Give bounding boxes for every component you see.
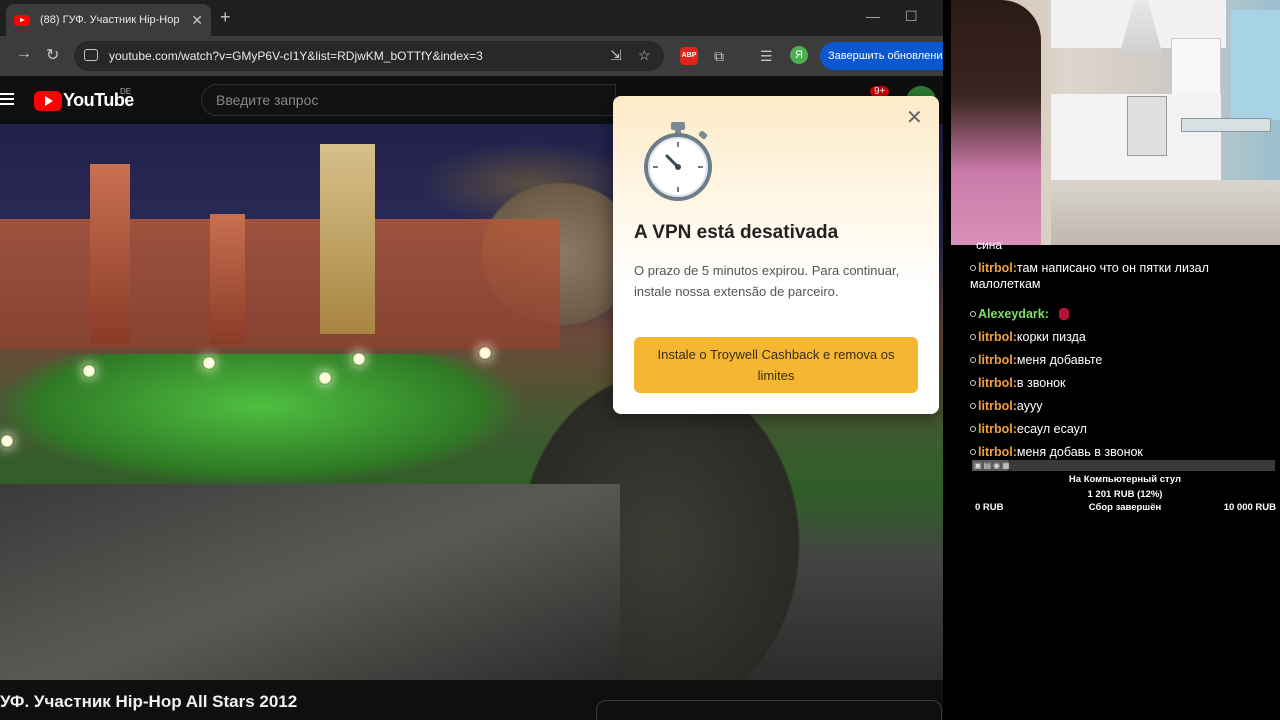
goal-title: На Компьютерный стул bbox=[1068, 474, 1182, 485]
chat-message: litrbol:там написано что он пятки лизал … bbox=[970, 260, 1260, 292]
chat-badge-icon bbox=[970, 357, 976, 363]
street-lamp bbox=[82, 364, 96, 378]
chat-badge-icon bbox=[970, 334, 976, 340]
chat-username[interactable]: litrbol bbox=[978, 330, 1013, 344]
chat-username[interactable]: Alexeydark bbox=[978, 307, 1045, 321]
adblock-extension-icon[interactable]: ABP bbox=[680, 47, 698, 65]
tab-close-icon[interactable]: ✕ bbox=[191, 12, 203, 29]
chat-message: litrbol:аууу bbox=[970, 398, 1260, 414]
pavement bbox=[0, 484, 620, 680]
goal-amount: 1 201 RUB (12%) bbox=[1087, 489, 1163, 500]
stove bbox=[1127, 96, 1167, 156]
chat-username[interactable]: litrbol bbox=[978, 376, 1013, 390]
chat-message: litrbol:меня добавьте bbox=[970, 352, 1260, 368]
kitchen-window bbox=[1231, 10, 1280, 120]
browser-toolbar: → ↻ youtube.com/watch?v=GMyP6V-cI1Y&list… bbox=[0, 36, 943, 76]
region-code: DE bbox=[120, 87, 132, 96]
chat-badge-icon bbox=[970, 265, 976, 271]
webcam-feed bbox=[951, 0, 1280, 245]
vpn-heading: A VPN está desativada bbox=[634, 222, 839, 243]
reading-list-icon[interactable]: ☰ bbox=[760, 48, 773, 65]
chat-message: litrbol:в звонок bbox=[970, 375, 1260, 391]
youtube-logo-icon[interactable] bbox=[34, 91, 62, 111]
floor bbox=[1051, 180, 1280, 245]
goal-progress-bar: ▣▤◉▦ bbox=[972, 460, 1275, 471]
chat-badge-icon bbox=[970, 311, 976, 317]
chat-username[interactable]: litrbol bbox=[978, 445, 1013, 459]
chat-text: корки пизда bbox=[1016, 330, 1086, 344]
install-app-icon[interactable]: ⇲ bbox=[610, 47, 622, 64]
chat-text: есаул есаул bbox=[1016, 422, 1087, 436]
maximize-button[interactable]: ☐ bbox=[905, 8, 918, 25]
update-browser-button[interactable]: Завершить обновление bbox=[820, 42, 943, 70]
chat-message: litrbol:есаул есаул bbox=[970, 421, 1260, 437]
stopwatch-icon bbox=[644, 122, 712, 201]
chat-badge-icon bbox=[970, 380, 976, 386]
table bbox=[1181, 118, 1271, 132]
side-panel bbox=[596, 700, 942, 720]
lawn bbox=[0, 354, 520, 484]
youtube-favicon-icon bbox=[14, 14, 30, 26]
kremlin-wall bbox=[0, 219, 560, 349]
forward-button[interactable]: → bbox=[16, 45, 32, 63]
url-text[interactable]: youtube.com/watch?v=GMyP6V-cI1Y&list=RDj… bbox=[109, 49, 483, 63]
browser-window: (88) ГУФ. Участник Hip-Hop All Stars 201… bbox=[0, 0, 943, 720]
chat-text: аууу bbox=[1016, 399, 1043, 413]
chat-username-colon: : bbox=[1044, 307, 1049, 321]
install-extension-button[interactable]: Instale o Troywell Cashback e remova os … bbox=[634, 337, 918, 393]
chat-emote-icon bbox=[1058, 308, 1069, 320]
street-lamp bbox=[0, 434, 14, 448]
chat-message: Alexeydark: bbox=[970, 306, 1260, 322]
street-lamp bbox=[318, 371, 332, 385]
extensions-puzzle-icon[interactable]: ⧉ bbox=[714, 48, 724, 65]
tab-youtube[interactable]: (88) ГУФ. Участник Hip-Hop All Stars 201… bbox=[6, 4, 211, 36]
chat-badge-icon bbox=[970, 426, 976, 432]
search-input[interactable] bbox=[202, 85, 615, 115]
minimize-button[interactable]: — bbox=[866, 8, 880, 24]
chat-badge-icon bbox=[970, 403, 976, 409]
menu-hamburger-icon[interactable] bbox=[0, 93, 14, 105]
chat-message: litrbol:корки пизда bbox=[970, 329, 1260, 345]
streamer bbox=[951, 0, 1041, 245]
tab-title: (88) ГУФ. Участник Hip-Hop All Stars 201… bbox=[40, 14, 180, 26]
tab-strip: (88) ГУФ. Участник Hip-Hop All Stars 201… bbox=[0, 0, 943, 36]
street-lamp bbox=[202, 356, 216, 370]
chat-username[interactable]: litrbol bbox=[978, 422, 1013, 436]
chat-message: litrbol:меня добавь в звонок bbox=[970, 444, 1260, 460]
chat-username[interactable]: litrbol bbox=[978, 353, 1013, 367]
chat-truncated-line: сина bbox=[976, 238, 1003, 252]
street-lamp bbox=[352, 352, 366, 366]
chat-username[interactable]: litrbol bbox=[978, 399, 1013, 413]
bookmark-star-icon[interactable]: ☆ bbox=[638, 47, 651, 64]
site-info-icon[interactable] bbox=[84, 49, 98, 61]
reload-button[interactable]: ↻ bbox=[46, 45, 59, 65]
kremlin-tower bbox=[210, 214, 245, 344]
chat-text: меня добавь в звонок bbox=[1016, 445, 1143, 459]
donation-goal-widget: ▣▤◉▦ На Компьютерный стул 1 201 RUB (12%… bbox=[972, 460, 1278, 520]
video-title: УФ. Участник Hip-Hop All Stars 2012 bbox=[0, 692, 298, 711]
street-lamp bbox=[478, 346, 492, 360]
kremlin-tower bbox=[320, 144, 375, 334]
address-bar[interactable]: youtube.com/watch?v=GMyP6V-cI1Y&list=RDj… bbox=[74, 41, 664, 71]
profile-avatar[interactable]: Я bbox=[790, 46, 808, 64]
kremlin-tower bbox=[90, 164, 130, 344]
close-icon[interactable]: ✕ bbox=[906, 108, 923, 128]
goal-max: 10 000 RUB bbox=[1223, 502, 1276, 513]
chat-username[interactable]: litrbol bbox=[978, 261, 1013, 275]
chat-badge-icon bbox=[970, 449, 976, 455]
goal-bar-icons: ▣▤◉▦ bbox=[974, 461, 1012, 470]
vpn-body-text: O prazo de 5 minutos expirou. Para conti… bbox=[634, 263, 900, 299]
vpn-popup: ✕ A VPN está desativada O prazo de 5 min… bbox=[613, 96, 939, 414]
youtube-search-box[interactable] bbox=[201, 84, 616, 116]
chat-text: в звонок bbox=[1016, 376, 1066, 390]
new-tab-button[interactable]: + bbox=[220, 7, 231, 28]
chat-text: меня добавьте bbox=[1016, 353, 1103, 367]
